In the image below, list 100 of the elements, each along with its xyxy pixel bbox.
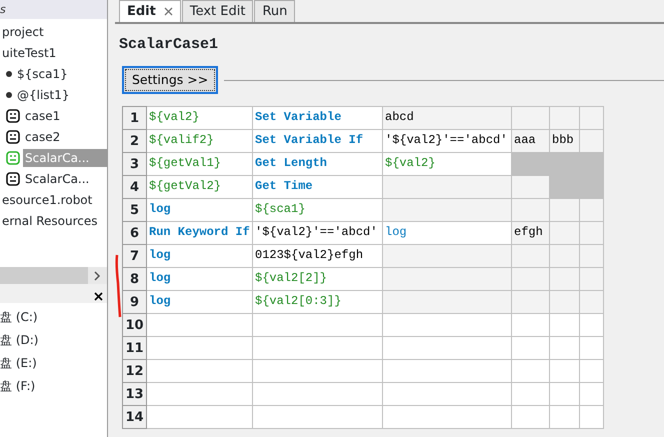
grid-cell[interactable] — [550, 336, 580, 360]
grid-cell[interactable]: 0123${val2}efgh — [252, 244, 382, 268]
grid-cell[interactable]: log — [146, 268, 252, 290]
grid-cell[interactable] — [252, 314, 382, 336]
grid-cell[interactable] — [146, 406, 252, 428]
grid-cell[interactable] — [550, 222, 580, 244]
grid-cell[interactable]: Set Variable — [252, 106, 382, 130]
grid-cell[interactable] — [580, 268, 604, 290]
grid-cell[interactable]: Get Time — [252, 176, 382, 198]
row-number[interactable]: 12 — [122, 360, 146, 382]
row-number[interactable]: 5 — [122, 198, 146, 222]
drive-item[interactable]: 盘 (E:) — [0, 356, 37, 370]
grid-cell[interactable] — [512, 314, 550, 336]
grid-cell[interactable]: abcd — [382, 106, 512, 130]
grid-cell[interactable] — [512, 360, 550, 382]
grid-cell[interactable] — [550, 198, 580, 222]
grid-cell[interactable]: log — [146, 198, 252, 222]
grid-cell[interactable] — [550, 406, 580, 428]
grid-cell[interactable] — [550, 268, 580, 290]
grid-cell[interactable] — [580, 130, 604, 152]
tree-item[interactable]: case1 — [23, 106, 62, 124]
drive-item[interactable]: 盘 (D:) — [0, 333, 38, 347]
tree-item[interactable]: project — [0, 22, 46, 40]
row-number[interactable]: 6 — [122, 222, 146, 244]
grid-cell[interactable]: aaa — [512, 130, 550, 152]
drive-item[interactable]: 盘 (C:) — [0, 310, 38, 324]
grid-cell[interactable]: ${val2[0:3]} — [252, 290, 382, 314]
grid-cell[interactable] — [382, 382, 512, 406]
grid-cell[interactable]: ${val2} — [382, 152, 512, 176]
settings-button[interactable]: Settings >> — [122, 66, 218, 94]
grid-cell[interactable]: ${val2[2]} — [252, 268, 382, 290]
grid-cell[interactable] — [512, 336, 550, 360]
grid-cell[interactable] — [580, 106, 604, 130]
grid-cell[interactable] — [146, 314, 252, 336]
grid-cell[interactable] — [512, 268, 550, 290]
tree-item[interactable]: @{list1} — [15, 86, 72, 104]
grid-cell[interactable] — [512, 290, 550, 314]
grid-cell[interactable] — [146, 360, 252, 382]
grid-cell[interactable] — [550, 244, 580, 268]
grid-cell[interactable] — [512, 152, 550, 176]
grid-cell[interactable] — [382, 268, 512, 290]
row-number[interactable]: 13 — [122, 382, 146, 406]
grid-cell[interactable] — [580, 244, 604, 268]
grid-cell[interactable]: '${val2}'=='abcd' — [382, 130, 512, 152]
grid-cell[interactable] — [252, 406, 382, 428]
grid-cell[interactable] — [512, 382, 550, 406]
grid-cell[interactable] — [550, 360, 580, 382]
grid-cell[interactable]: log — [146, 244, 252, 268]
tab[interactable]: Edit — [119, 0, 181, 22]
drive-item[interactable]: 盘 (F:) — [0, 379, 36, 393]
tab[interactable]: Run — [254, 0, 296, 22]
grid-cell[interactable]: ${getVal1} — [146, 152, 252, 176]
grid-cell[interactable] — [580, 360, 604, 382]
grid-cell[interactable]: ${getVal2} — [146, 176, 252, 198]
grid-cell[interactable] — [382, 336, 512, 360]
grid-cell[interactable] — [580, 222, 604, 244]
grid-cell[interactable]: ${val2} — [146, 106, 252, 130]
row-number[interactable]: 7 — [122, 244, 146, 268]
grid-cell[interactable] — [512, 106, 550, 130]
grid-cell[interactable] — [382, 198, 512, 222]
tree-item[interactable]: esource1.robot — [0, 190, 94, 208]
horizontal-scrollbar[interactable] — [0, 267, 107, 284]
grid-cell[interactable] — [550, 106, 580, 130]
grid-cell[interactable] — [382, 314, 512, 336]
grid-cell[interactable] — [382, 406, 512, 428]
tree-item[interactable]: uiteTest1 — [0, 44, 58, 62]
grid-cell[interactable]: ${sca1} — [252, 198, 382, 222]
grid-cell[interactable] — [580, 382, 604, 406]
grid-cell[interactable]: '${val2}'=='abcd' — [252, 222, 382, 244]
grid-cell[interactable] — [512, 198, 550, 222]
row-number[interactable]: 14 — [122, 406, 146, 428]
grid-cell[interactable] — [550, 314, 580, 336]
grid-cell[interactable] — [512, 176, 550, 198]
grid-cell[interactable] — [512, 244, 550, 268]
grid-cell[interactable] — [512, 406, 550, 428]
row-number[interactable]: 4 — [122, 176, 146, 198]
tree-item[interactable]: ernal Resources — [0, 212, 100, 230]
grid-cell[interactable]: efgh — [512, 222, 550, 244]
grid-cell[interactable]: log — [146, 290, 252, 314]
grid-cell[interactable] — [252, 382, 382, 406]
grid-cell[interactable] — [382, 360, 512, 382]
grid-cell[interactable] — [382, 176, 512, 198]
tree-item[interactable]: case2 — [23, 128, 62, 146]
grid-cell[interactable] — [580, 406, 604, 428]
row-number[interactable]: 3 — [122, 152, 146, 176]
grid-cell[interactable]: bbb — [550, 130, 580, 152]
grid-cell[interactable]: Get Length — [252, 152, 382, 176]
grid-cell[interactable] — [146, 382, 252, 406]
scroll-right-icon[interactable] — [93, 270, 101, 280]
grid-cell[interactable] — [382, 290, 512, 314]
grid-cell[interactable] — [146, 336, 252, 360]
grid-cell[interactable] — [550, 290, 580, 314]
row-number[interactable]: 8 — [122, 268, 146, 290]
row-number[interactable]: 11 — [122, 336, 146, 360]
row-number[interactable]: 9 — [122, 290, 146, 314]
close-icon[interactable] — [94, 292, 103, 301]
grid-cell[interactable]: ${valif2} — [146, 130, 252, 152]
tree-item[interactable]: ${sca1} — [15, 64, 70, 82]
row-number[interactable]: 10 — [122, 314, 146, 336]
grid-cell[interactable]: Run Keyword If — [146, 222, 252, 244]
